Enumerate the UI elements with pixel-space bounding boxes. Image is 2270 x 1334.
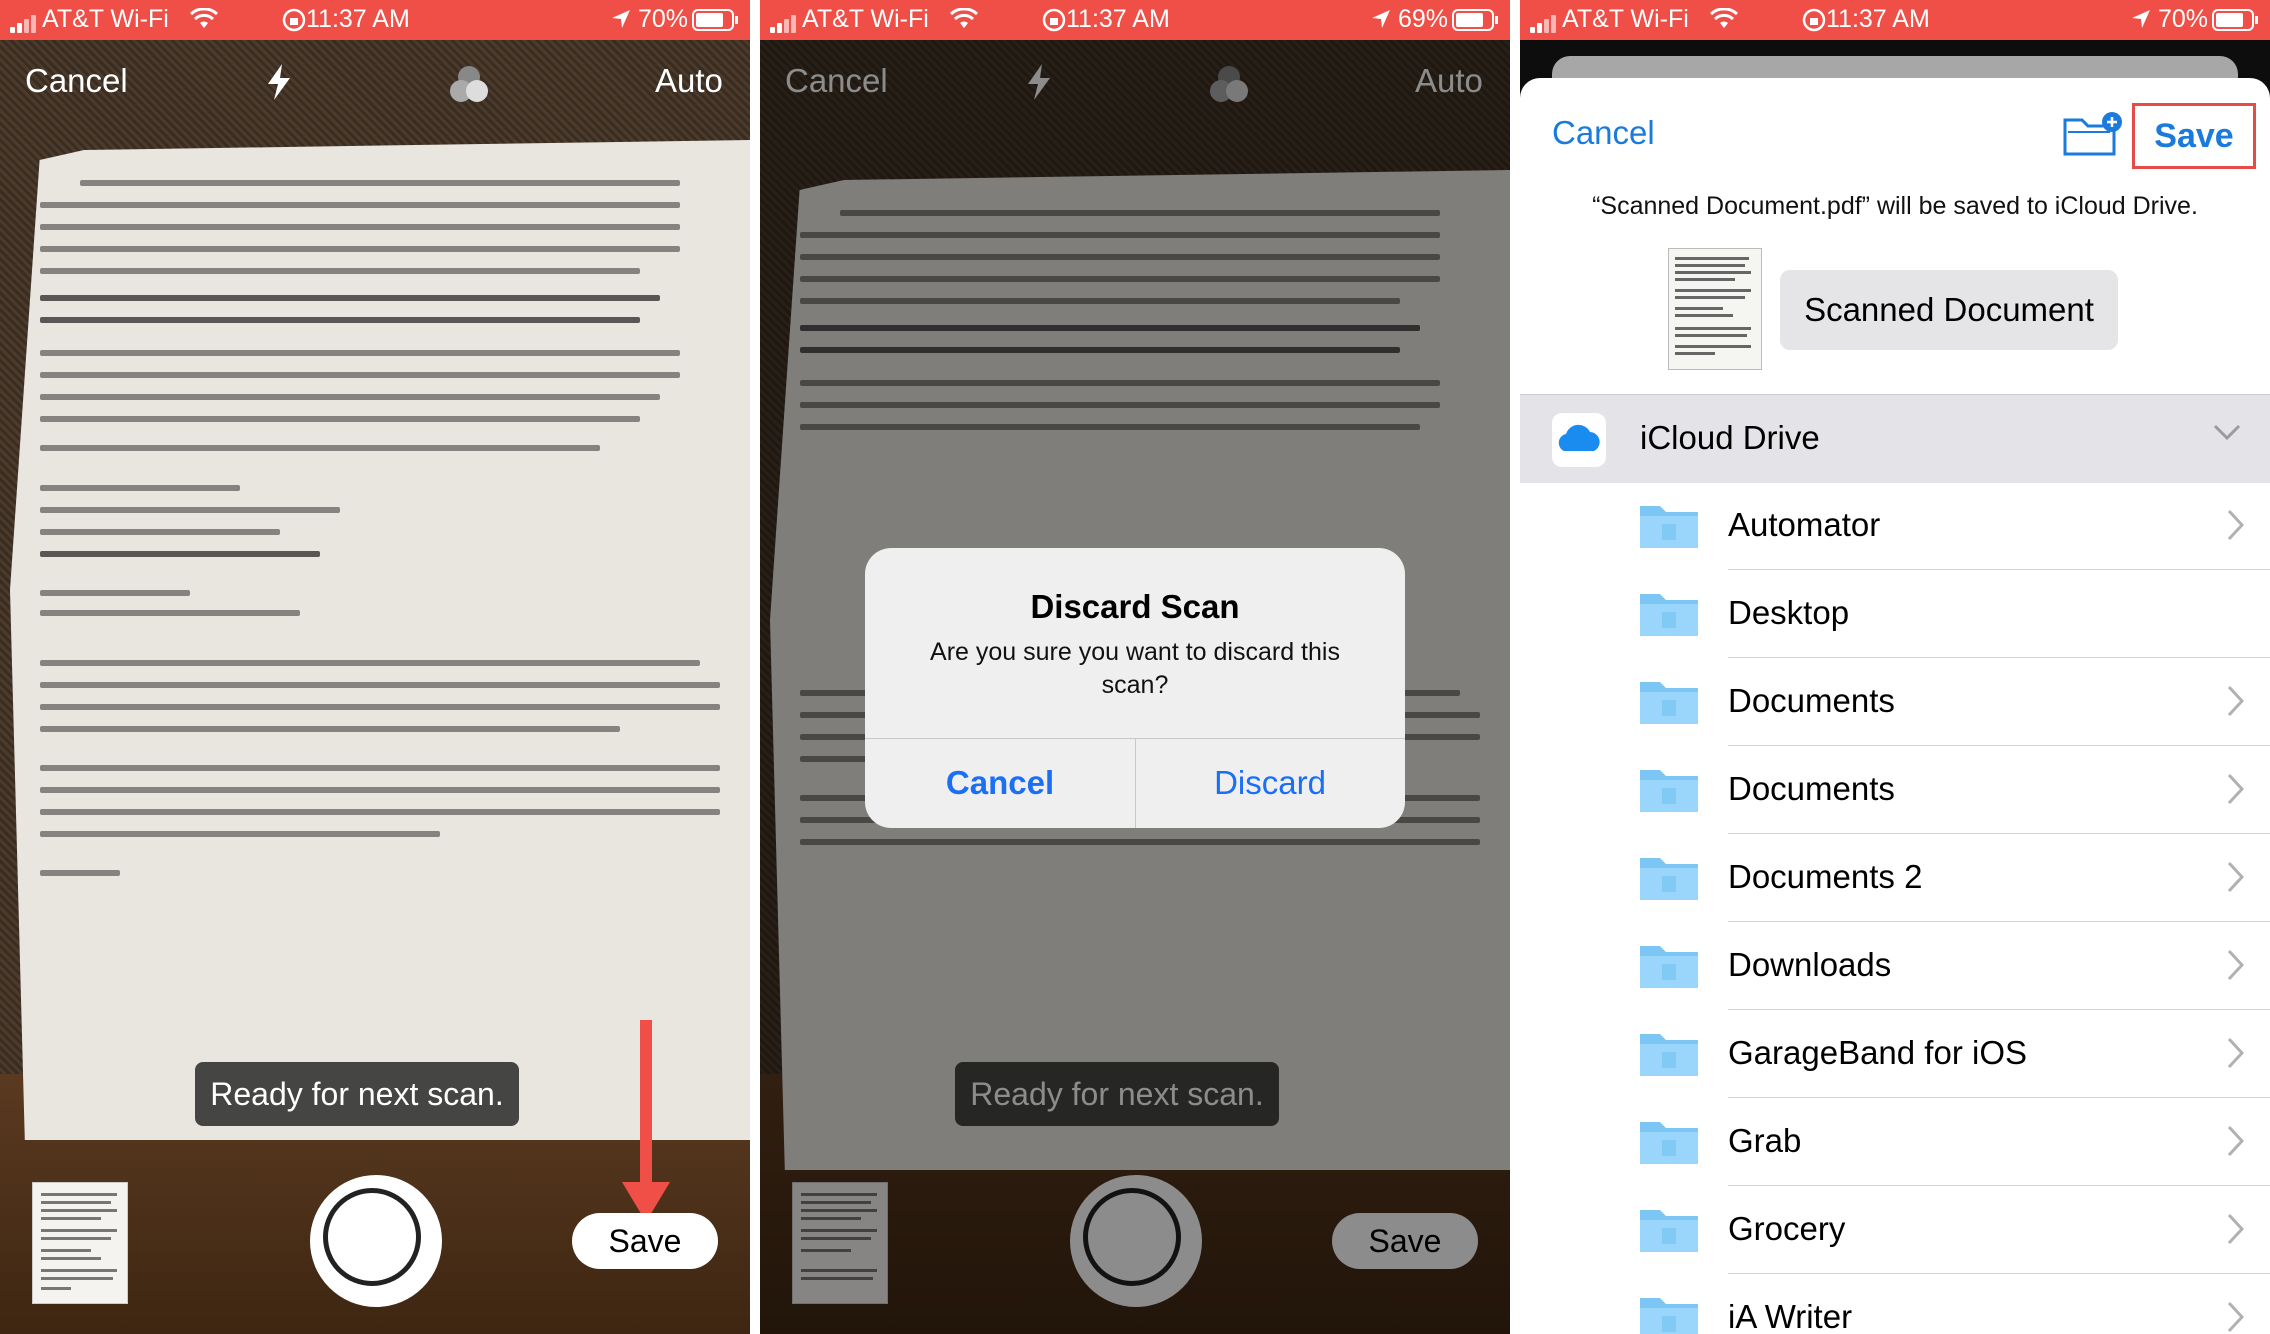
document-thumbnail <box>1668 248 1762 370</box>
cancel-button[interactable]: Cancel <box>25 62 128 100</box>
orientation-lock-icon <box>282 8 306 32</box>
folder-label: Documents 2 <box>1728 858 1923 895</box>
chevron-right-icon <box>2227 1213 2245 1245</box>
folder-label: Grocery <box>1728 1210 1846 1247</box>
folder-label: Desktop <box>1728 594 1850 631</box>
folder-label: iA Writer <box>1728 1298 1853 1334</box>
location-icon <box>1372 10 1390 28</box>
folder-label: Documents <box>1728 682 1895 719</box>
downloads-folder-icon <box>1640 946 1698 988</box>
folder-row[interactable]: Desktop <box>1520 570 2270 658</box>
alert-message: Are you sure you want to discard this sc… <box>930 638 1340 699</box>
camera-viewfinder: Cancel Auto Ready for next scan. Save <box>0 40 750 1334</box>
location-header[interactable]: iCloud Drive <box>1520 394 2270 483</box>
chevron-down-icon <box>2213 424 2241 441</box>
scanner-panel: AT&T Wi-Fi 11:37 AM 70% Cancel Auto Read… <box>0 0 750 1334</box>
chevron-right-icon <box>2227 1125 2245 1157</box>
chevron-right-icon <box>2227 773 2245 805</box>
location-icon <box>2132 10 2150 28</box>
automator-folder-icon <box>1640 506 1698 548</box>
folder-row[interactable]: iA Writer <box>1520 1274 2270 1334</box>
chevron-right-icon <box>2227 685 2245 717</box>
documents-folder-icon <box>1640 770 1698 812</box>
clock-label: 11:37 AM <box>1826 5 1930 33</box>
clock-label: 11:37 AM <box>306 5 410 33</box>
battery-percent: 69% <box>1397 5 1448 33</box>
signal-icon <box>10 13 40 33</box>
battery-icon <box>1452 9 1498 31</box>
wifi-icon <box>190 8 218 28</box>
shutter-button[interactable] <box>310 1175 442 1307</box>
desktop-folder-icon <box>1640 594 1698 636</box>
auto-capture-toggle[interactable]: Auto <box>655 62 723 100</box>
chevron-right-icon <box>2227 861 2245 893</box>
battery-icon <box>692 9 738 31</box>
folder-label: Documents <box>1728 770 1895 807</box>
folder-label: Grab <box>1728 1122 1802 1159</box>
folder-row[interactable]: Grab <box>1520 1098 2270 1186</box>
folder-row[interactable]: Downloads <box>1520 922 2270 1010</box>
wifi-icon <box>950 8 978 28</box>
carrier-label: AT&T Wi-Fi <box>802 5 929 33</box>
alert-cancel-button[interactable]: Cancel <box>865 738 1135 828</box>
icloud-icon <box>1552 413 1606 467</box>
color-filter-icon[interactable] <box>446 62 492 108</box>
carrier-label: AT&T Wi-Fi <box>1562 5 1689 33</box>
alert-discard-button[interactable]: Discard <box>1135 738 1405 828</box>
garageband-folder-icon <box>1640 1034 1698 1076</box>
ready-toast: Ready for next scan. <box>195 1062 519 1126</box>
carrier-label: AT&T Wi-Fi <box>42 5 169 33</box>
sheet-save-button[interactable]: Save <box>2132 103 2256 169</box>
sheet-cancel-button[interactable]: Cancel <box>1552 114 1655 152</box>
folder-icon <box>1640 858 1698 900</box>
scan-thumbnail[interactable] <box>32 1182 128 1304</box>
orientation-lock-icon <box>1802 8 1826 32</box>
new-folder-icon[interactable] <box>2062 110 2122 160</box>
grocery-folder-icon <box>1640 1210 1698 1252</box>
save-button[interactable]: Save <box>572 1213 718 1269</box>
chevron-right-icon <box>2227 1301 2245 1333</box>
alert-title: Discard Scan <box>1030 588 1240 625</box>
status-bar: AT&T Wi-Fi 11:37 AM 69% <box>760 0 1510 40</box>
save-destination-info: “Scanned Document.pdf” will be saved to … <box>1592 192 2198 220</box>
folder-row[interactable]: GarageBand for iOS <box>1520 1010 2270 1098</box>
chevron-right-icon <box>2227 1037 2245 1069</box>
folder-label: Automator <box>1728 506 1881 543</box>
chevron-right-icon <box>2227 509 2245 541</box>
folder-label: Downloads <box>1728 946 1892 983</box>
status-bar: AT&T Wi-Fi 11:37 AM 70% <box>0 0 750 40</box>
location-icon <box>612 10 630 28</box>
orientation-lock-icon <box>1042 8 1066 32</box>
filename-field[interactable]: Scanned Document <box>1780 270 2118 350</box>
folder-row[interactable]: Grocery <box>1520 1186 2270 1274</box>
discard-scan-alert: Discard Scan Are you sure you want to di… <box>865 548 1405 828</box>
signal-icon <box>1530 13 1560 33</box>
scanned-paper <box>10 140 750 1140</box>
folder-row[interactable]: Documents <box>1520 658 2270 746</box>
grab-folder-icon <box>1640 1122 1698 1164</box>
battery-percent: 70% <box>637 5 688 33</box>
battery-icon <box>2212 9 2258 31</box>
folder-row[interactable]: Documents 2 <box>1520 834 2270 922</box>
clock-label: 11:37 AM <box>1066 5 1170 33</box>
signal-icon <box>770 13 800 33</box>
documents-folder-icon <box>1640 682 1698 724</box>
discard-alert-panel: AT&T Wi-Fi 11:37 AM 69% Cancel Auto Read… <box>760 0 1510 1334</box>
annotation-arrow <box>640 1020 652 1190</box>
status-bar: AT&T Wi-Fi 11:37 AM 70% <box>1520 0 2270 40</box>
battery-percent: 70% <box>2157 5 2208 33</box>
ia-writer-folder-icon <box>1640 1298 1698 1334</box>
folder-label: GarageBand for iOS <box>1728 1034 2027 1071</box>
folder-row[interactable]: Documents <box>1520 746 2270 834</box>
chevron-right-icon <box>2227 949 2245 981</box>
location-label: iCloud Drive <box>1640 419 1820 456</box>
folder-row[interactable]: Automator <box>1520 482 2270 570</box>
wifi-icon <box>1710 8 1738 28</box>
save-sheet-panel: AT&T Wi-Fi 11:37 AM 70% Cancel Save “Sca… <box>1520 0 2270 1334</box>
flash-icon[interactable] <box>262 62 296 102</box>
